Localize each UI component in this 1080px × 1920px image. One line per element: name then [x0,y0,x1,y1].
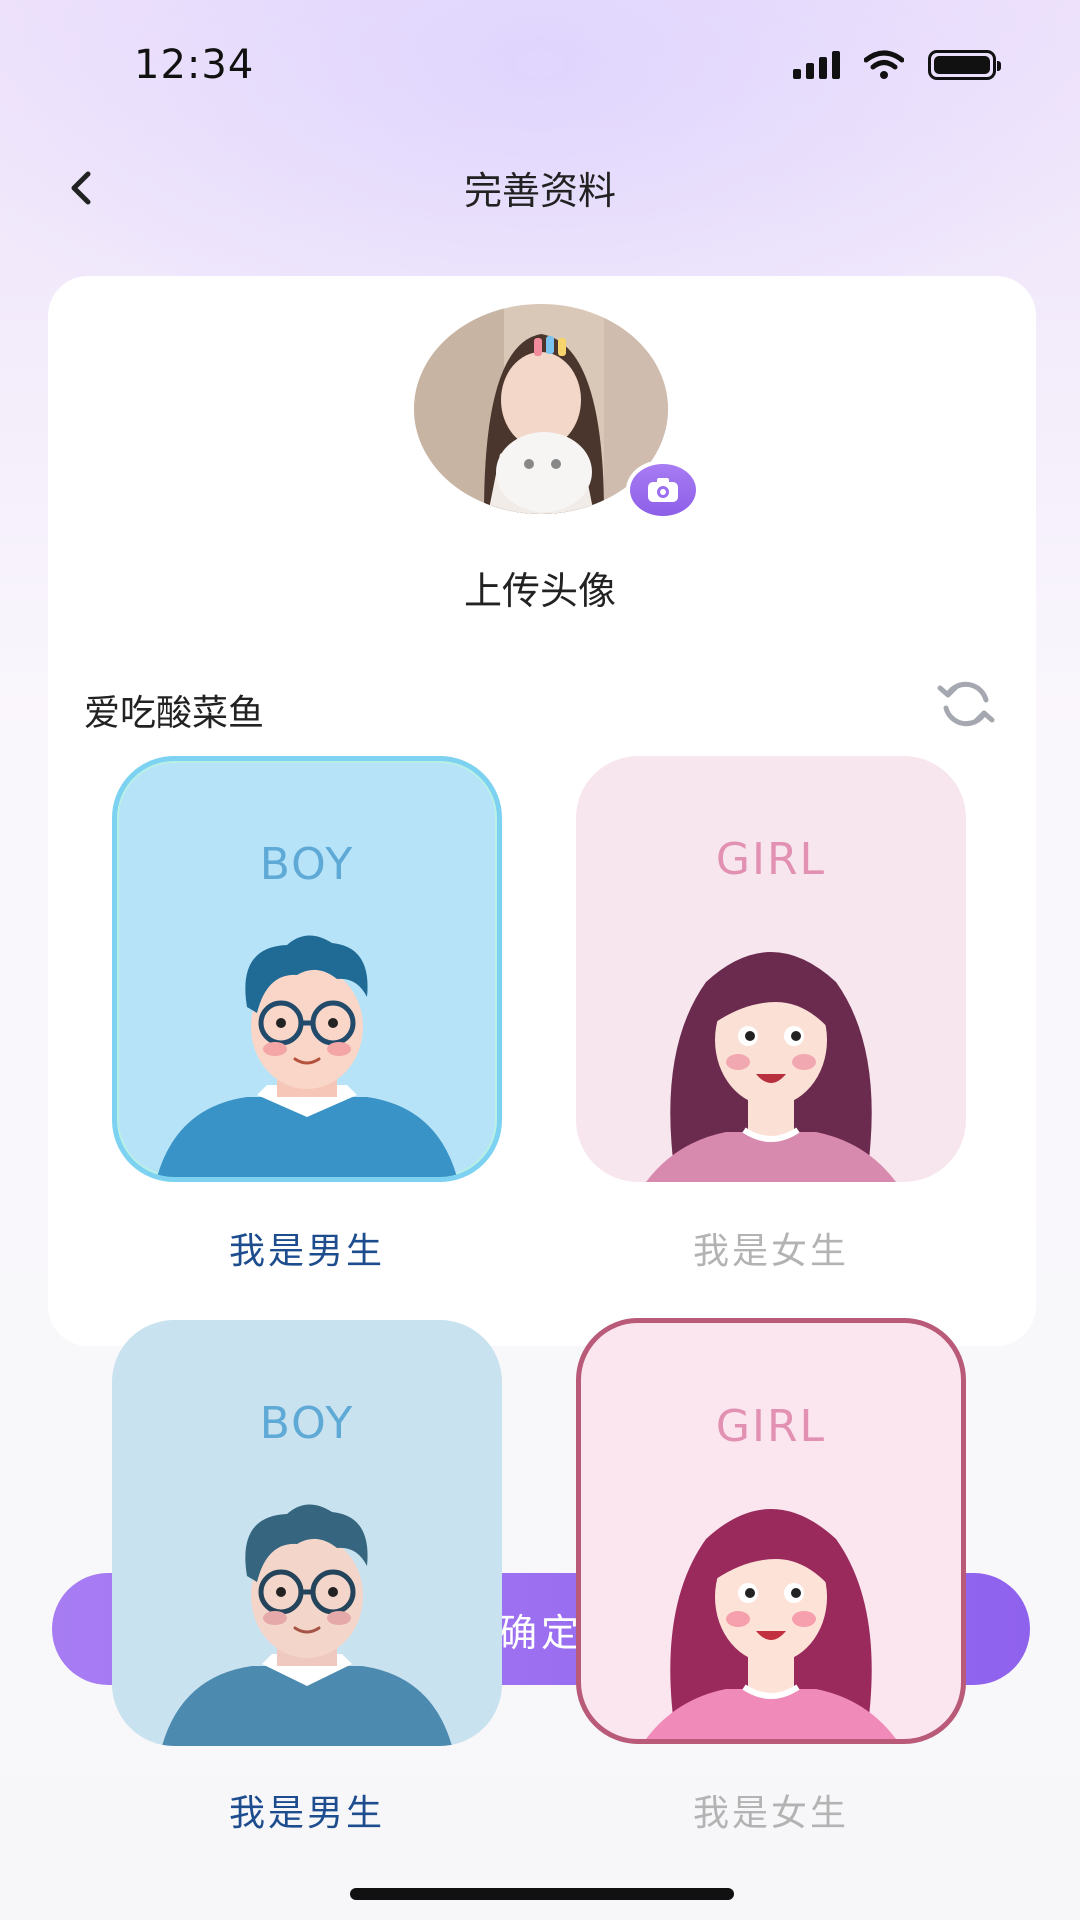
status-icons [793,50,1001,80]
confirm-button-label: 确定 [498,1610,583,1655]
page-title: 完善资料 [463,169,616,213]
girl-illustration [646,952,896,1182]
upload-avatar-label[interactable]: 上传头像 [0,560,1080,615]
girl-option-label[interactable]: 我是女生 [576,1222,966,1274]
boy-option-label[interactable]: 我是男生 [112,1222,502,1274]
boy-tag: BOY [259,1398,355,1449]
home-indicator [350,1888,734,1900]
girl-tag: GIRL [715,834,827,885]
boy-illustration [162,1504,452,1746]
boy-option-card[interactable]: BOY [112,756,502,1182]
nickname-text[interactable]: 爱吃酸菜鱼 [84,684,264,736]
refresh-icon[interactable] [936,678,996,730]
camera-button[interactable] [626,460,700,520]
boy-option-label[interactable]: 我是男生 [112,1784,502,1836]
status-time: 12:34 [134,42,255,88]
signal-icon [793,51,840,79]
battery-icon [928,50,1001,80]
boy-illustration [157,935,457,1177]
camera-icon [648,478,678,502]
girl-illustration [646,1509,896,1739]
wifi-icon [864,50,904,79]
girl-option-card[interactable]: GIRL [576,1318,966,1744]
boy-option-card[interactable]: BOY [112,1320,502,1746]
girl-option-label[interactable]: 我是女生 [576,1784,966,1836]
boy-tag: BOY [259,839,355,890]
girl-tag: GIRL [715,1401,827,1452]
girl-option-card[interactable]: GIRL [576,756,966,1182]
